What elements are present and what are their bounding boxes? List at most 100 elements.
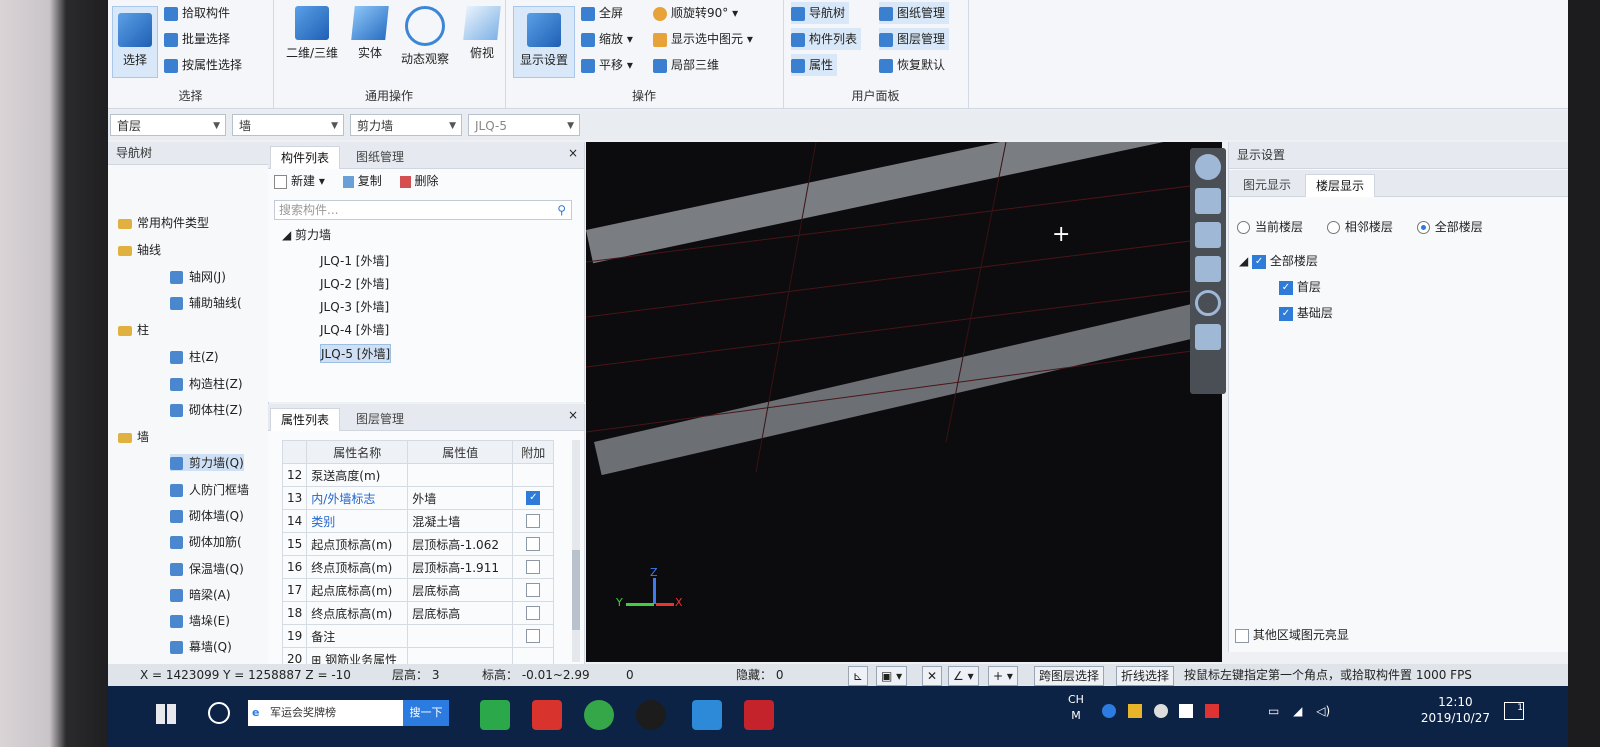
tab-layer-mgmt[interactable]: 图层管理 xyxy=(346,408,414,430)
taskbar-search-input[interactable]: e 军运会奖牌榜 xyxy=(248,700,403,726)
checkbox-foundation[interactable]: ✓ xyxy=(1279,306,1293,321)
input-language[interactable]: CH M xyxy=(1068,692,1084,724)
layer-mgmt-toggle[interactable]: 图层管理 xyxy=(879,28,950,50)
property-value[interactable]: 层底标高 xyxy=(407,601,514,625)
keyboard-icon[interactable]: ▭ xyxy=(1268,704,1279,718)
cube-view-icon[interactable] xyxy=(1195,256,1221,282)
new-button[interactable]: 新建 ▾ xyxy=(274,174,325,189)
nav-item-14[interactable]: 暗梁(A) xyxy=(170,586,231,603)
network-icon[interactable]: ◢ xyxy=(1293,704,1302,718)
tray-app-icon[interactable] xyxy=(1179,704,1194,718)
component-item-2[interactable]: JLQ-3 [外墙] xyxy=(320,298,389,315)
tab-property-list[interactable]: 属性列表 xyxy=(270,408,341,431)
wechat-icon[interactable] xyxy=(480,700,510,730)
angle-snap-icon[interactable]: ∠ ▾ xyxy=(948,666,979,686)
component-item-3[interactable]: JLQ-4 [外墙] xyxy=(320,321,389,338)
component-search-input[interactable]: 搜索构件... ⚲ xyxy=(274,200,572,220)
autocad-icon[interactable] xyxy=(744,700,774,730)
browser-icon[interactable] xyxy=(584,700,614,730)
notification-icon[interactable]: 1 xyxy=(1504,702,1524,720)
polyline-select-button[interactable]: 折线选择 xyxy=(1116,666,1175,686)
tray-app-icon[interactable] xyxy=(1127,704,1142,718)
floor-tree-root[interactable]: ◢ ✓ 全部楼层 xyxy=(1239,252,1318,269)
tab-component-list[interactable]: 构件列表 xyxy=(270,146,341,169)
2d-view-icon[interactable] xyxy=(1195,188,1221,214)
radio-adjacent-floor[interactable]: 相邻楼层 xyxy=(1326,220,1393,234)
zoom-button[interactable]: 缩放 ▾ xyxy=(581,28,633,50)
rotate-view-icon[interactable] xyxy=(1195,290,1221,316)
volume-icon[interactable]: ◁) xyxy=(1316,704,1330,718)
restore-default-button[interactable]: 恢复默认 xyxy=(879,54,945,76)
property-value[interactable] xyxy=(407,624,514,648)
display-settings-button[interactable]: 显示设置 xyxy=(513,6,575,78)
pan-button[interactable]: 平移 ▾ xyxy=(581,54,633,76)
extra-checkbox[interactable] xyxy=(526,514,541,529)
nav-item-1[interactable]: 轴线 xyxy=(118,241,161,258)
offset-snap-icon[interactable]: + ▾ xyxy=(988,666,1018,686)
cortana-icon[interactable] xyxy=(208,702,230,724)
cross-layer-select-button[interactable]: 跨图层选择 xyxy=(1034,666,1105,686)
extra-checkbox[interactable] xyxy=(526,560,541,575)
category-select[interactable]: 墙 ▼ xyxy=(232,114,344,136)
nav-item-2[interactable]: 轴网(J) xyxy=(170,268,226,285)
prop-scrollbar[interactable] xyxy=(572,440,580,662)
select-button[interactable]: 选择 xyxy=(112,6,158,78)
floor-select[interactable]: 首层 ▼ xyxy=(110,114,226,136)
tab-element-display[interactable]: 图元显示 xyxy=(1233,174,1301,196)
extra-checkbox[interactable] xyxy=(526,583,541,598)
nav-item-13[interactable]: 保温墙(Q) xyxy=(170,560,244,577)
component-item-1[interactable]: JLQ-2 [外墙] xyxy=(320,275,389,292)
tab-floor-display[interactable]: 楼层显示 xyxy=(1305,174,1376,197)
rotate-90-button[interactable]: 顺旋转90° ▾ xyxy=(653,2,738,24)
extra-checkbox[interactable] xyxy=(526,606,541,621)
property-row[interactable]: 16 终点顶标高(m) 层顶标高-1.911 xyxy=(281,555,555,579)
snap-toggle-icon[interactable]: ▣ ▾ xyxy=(876,666,908,686)
nav-item-5[interactable]: 柱(Z) xyxy=(170,348,219,365)
radio-current-floor[interactable]: 当前楼层 xyxy=(1237,220,1303,234)
nav-item-0[interactable]: 常用构件类型 xyxy=(118,214,209,231)
floor-item-first[interactable]: ✓ 首层 xyxy=(1279,278,1321,295)
pick-component-button[interactable]: 拾取构件 xyxy=(164,2,230,24)
component-select[interactable]: JLQ-5 ▼ xyxy=(468,114,580,136)
qq-icon[interactable] xyxy=(636,700,666,730)
nav-item-8[interactable]: 墙 xyxy=(118,428,149,445)
tray-app-icon[interactable] xyxy=(1205,704,1220,718)
show-selected-button[interactable]: 显示选中图元 ▾ xyxy=(653,28,753,50)
extra-checkbox[interactable] xyxy=(526,629,541,644)
property-row[interactable]: 15 起点顶标高(m) 层顶标高-1.062 xyxy=(281,532,555,556)
fullscreen-button[interactable]: 全屏 xyxy=(581,2,623,24)
property-row[interactable]: 17 起点底标高(m) 层底标高 xyxy=(281,578,555,602)
2d-3d-button[interactable]: 二维/三维 xyxy=(283,6,341,76)
nav-item-15[interactable]: 墙垛(E) xyxy=(170,612,230,629)
batch-select-button[interactable]: 批量选择 xyxy=(164,28,230,50)
extra-checkbox[interactable] xyxy=(526,537,541,552)
front-view-icon[interactable] xyxy=(1195,222,1221,248)
checkbox-first-floor[interactable]: ✓ xyxy=(1279,280,1293,295)
close-icon[interactable]: × xyxy=(568,146,578,160)
extra-checkbox[interactable]: ✓ xyxy=(526,491,541,506)
checkbox-highlight-other[interactable] xyxy=(1235,628,1249,643)
nav-item-12[interactable]: 砌体加筋( xyxy=(170,533,242,550)
tray-app-icon[interactable] xyxy=(1102,704,1116,718)
property-row[interactable]: 19 备注 xyxy=(281,624,555,648)
scrollbar-thumb[interactable] xyxy=(572,550,580,630)
property-row[interactable]: 13 内/外墙标志 外墙 ✓ xyxy=(281,486,555,510)
props-toggle[interactable]: 属性 xyxy=(791,54,838,76)
floor-item-foundation[interactable]: ✓ 基础层 xyxy=(1279,304,1333,321)
property-value[interactable]: 层底标高 xyxy=(407,578,514,602)
radio-all-floors[interactable]: 全部楼层 xyxy=(1416,220,1483,234)
comp-list-toggle[interactable]: 构件列表 xyxy=(791,28,862,50)
property-value[interactable]: 层顶标高-1.911 xyxy=(407,555,514,579)
copy-button[interactable]: 复制 xyxy=(342,174,382,188)
property-value[interactable] xyxy=(407,463,514,487)
cross-snap-icon[interactable]: ✕ xyxy=(922,666,943,686)
highlight-other-option[interactable]: 其他区域图元亮显 xyxy=(1235,626,1349,643)
3d-viewport[interactable]: + Z Y X xyxy=(586,142,1222,662)
property-value[interactable]: 外墙 xyxy=(407,486,514,510)
close-icon[interactable]: × xyxy=(568,408,578,422)
component-item-0[interactable]: JLQ-1 [外墙] xyxy=(320,252,389,269)
grid-view-icon[interactable] xyxy=(1195,324,1221,350)
nav-item-10[interactable]: 人防门框墙 xyxy=(170,481,249,498)
property-row[interactable]: 14 类别 混凝土墙 xyxy=(281,509,555,533)
nav-item-16[interactable]: 幕墙(Q) xyxy=(170,638,232,655)
